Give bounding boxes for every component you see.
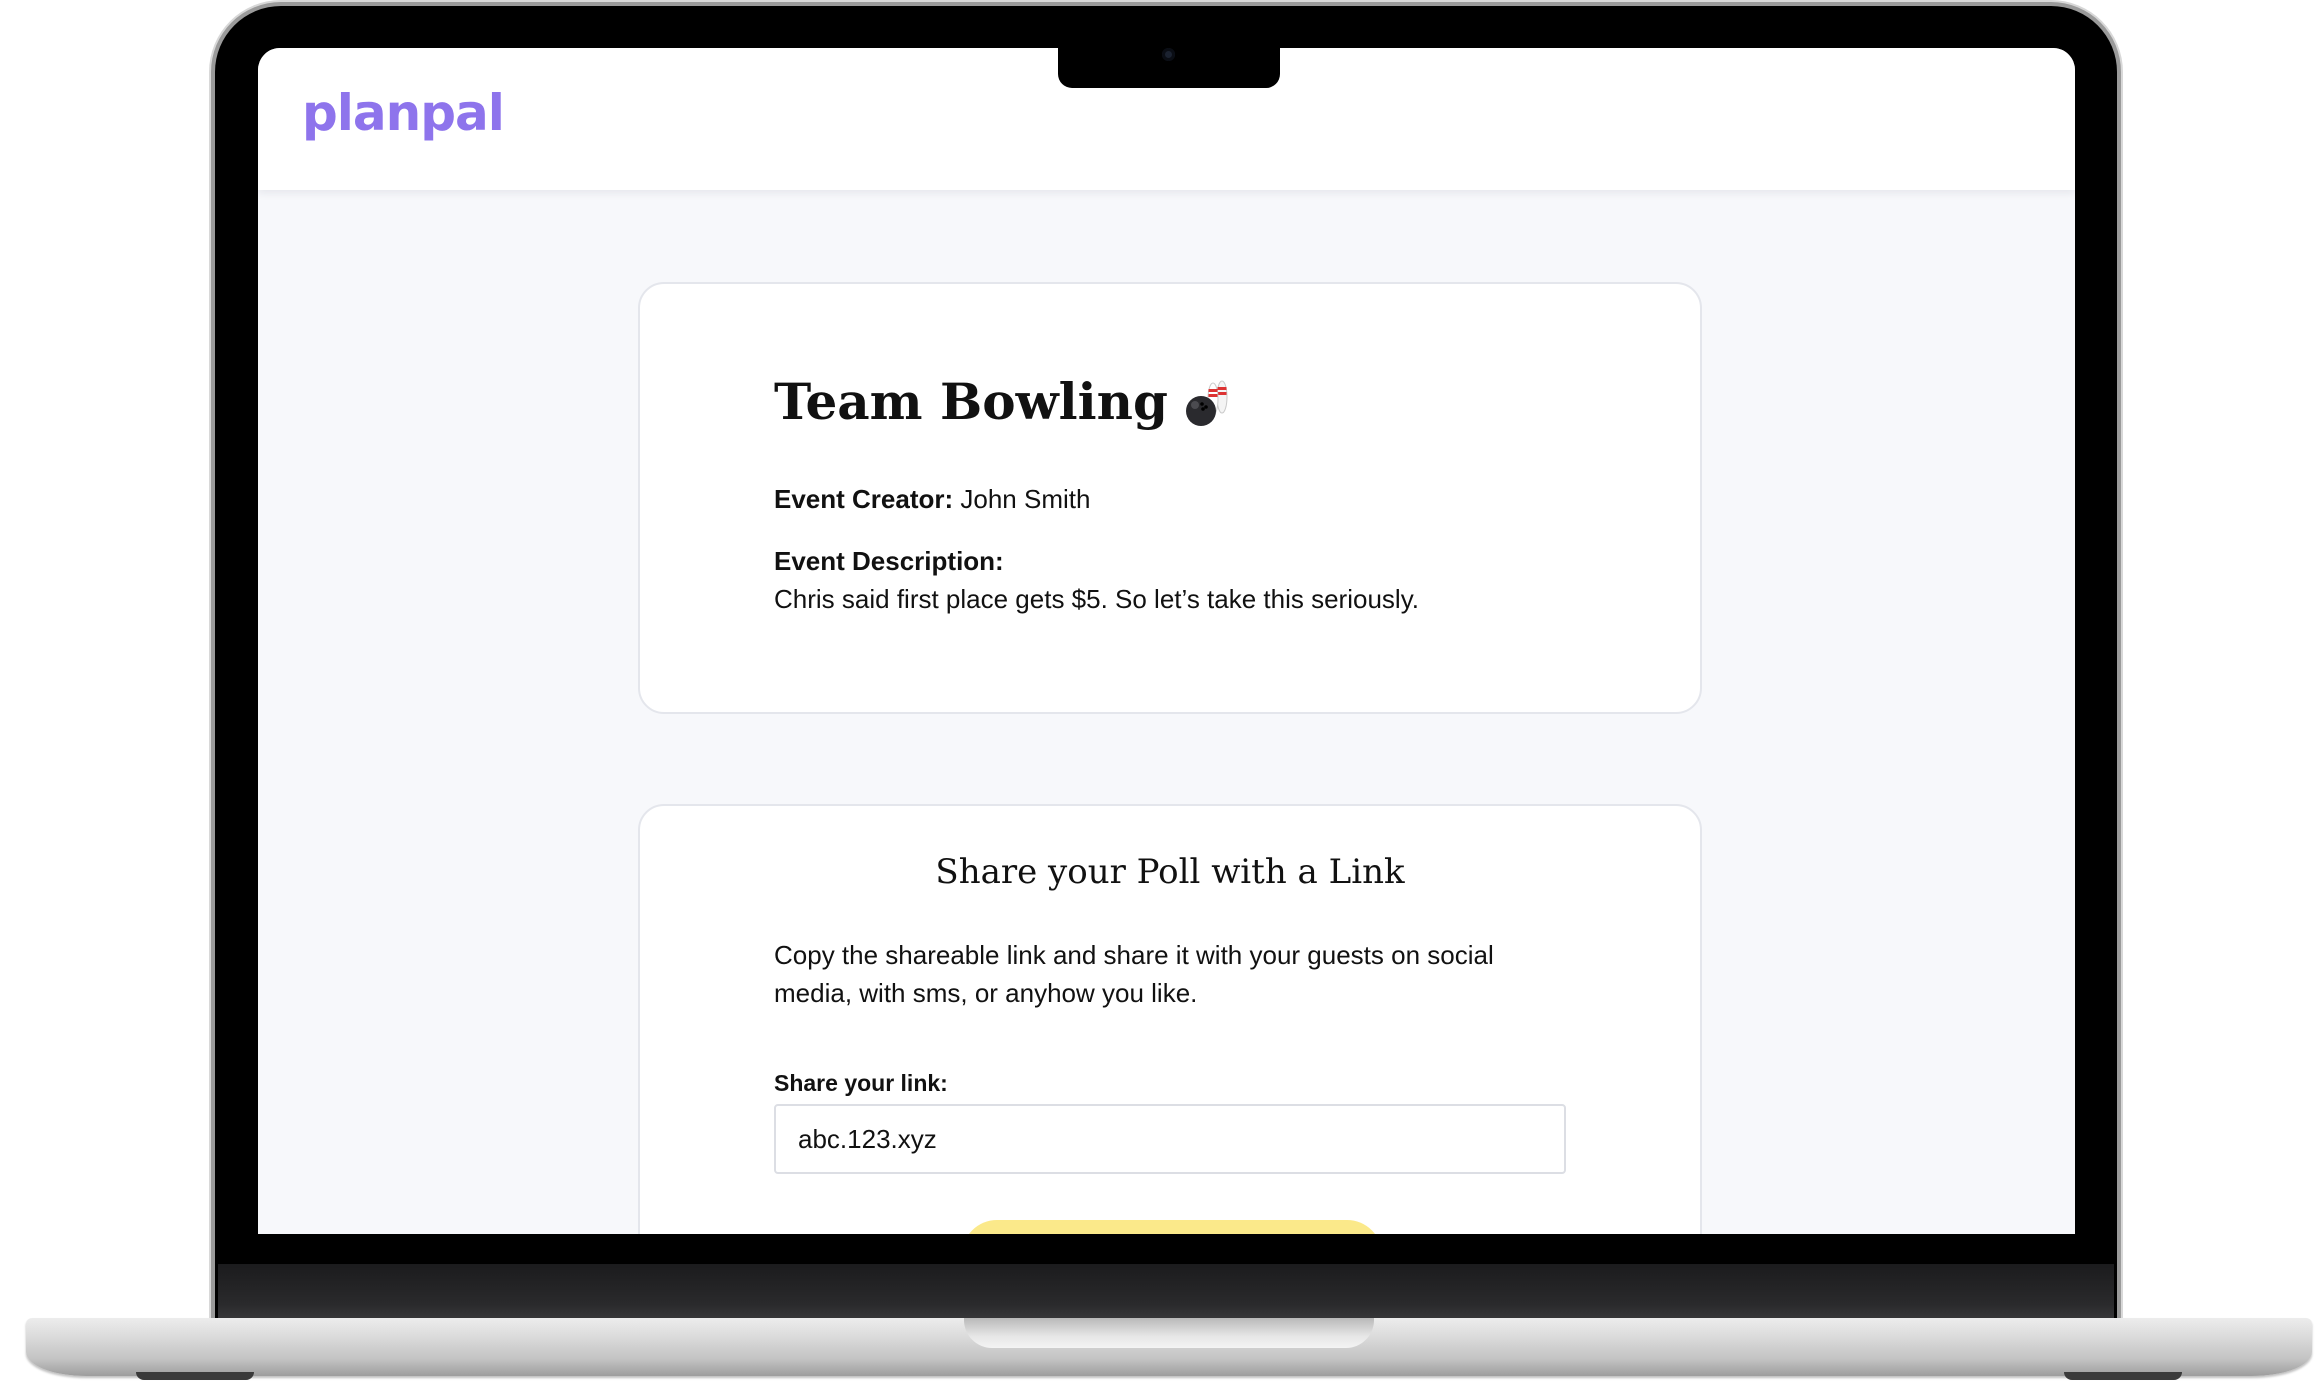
share-link-label: Share your link:	[774, 1070, 948, 1096]
laptop-foot-right	[2064, 1372, 2182, 1380]
event-details-card: Team Bowling Event Creator: John Smith E…	[638, 282, 1702, 714]
share-link-input[interactable]	[774, 1104, 1566, 1174]
screen-bottom-bezel	[215, 1234, 2117, 1264]
share-poll-card: Share your Poll with a Link Copy the sha…	[638, 804, 1702, 1234]
event-title-text: Team Bowling	[774, 372, 1168, 431]
event-creator-name: John Smith	[960, 484, 1091, 514]
share-instructions: Copy the shareable link and share it wit…	[774, 940, 1494, 1008]
event-description: Chris said first place gets $5. So let’s…	[774, 584, 1419, 614]
event-description-label: Event Description:	[774, 546, 1004, 576]
event-title: Team Bowling	[774, 372, 1236, 431]
app-screen: planpal Team Bowling Event Creator: John…	[258, 48, 2075, 1234]
laptop-foot-left	[136, 1372, 254, 1380]
event-creator: Event Creator: John Smith	[774, 484, 1090, 515]
share-heading: Share your Poll with a Link	[935, 852, 1405, 892]
laptop-hinge	[218, 1264, 2114, 1322]
bowling-icon	[1185, 380, 1228, 426]
laptop-mockup: planpal Team Bowling Event Creator: John…	[0, 0, 2318, 1394]
copy-link-button[interactable]	[962, 1220, 1382, 1234]
laptop-base-notch	[964, 1318, 1374, 1348]
webcam-icon	[1162, 48, 1175, 61]
planpal-logo[interactable]: planpal	[302, 84, 505, 142]
event-creator-label: Event Creator:	[774, 484, 954, 514]
